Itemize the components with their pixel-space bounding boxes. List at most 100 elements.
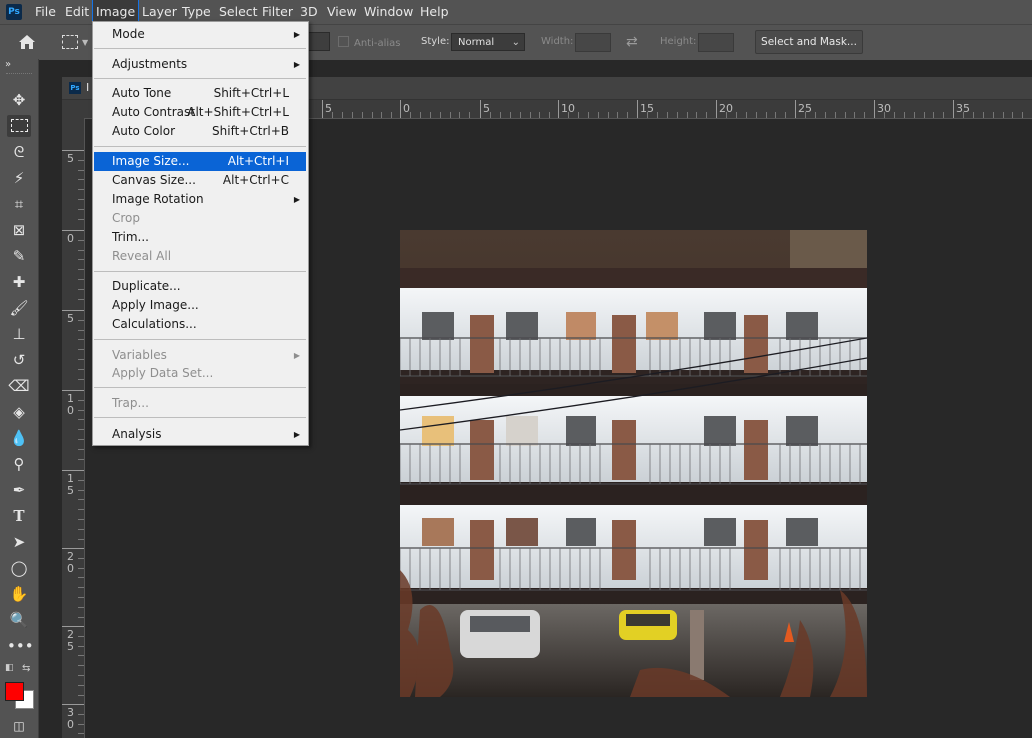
select-and-mask-button[interactable]: Select and Mask...: [755, 30, 863, 54]
canvas-image[interactable]: [400, 230, 867, 697]
paint-bucket-tool-icon[interactable]: ◈: [7, 401, 31, 423]
ruler-minor-tick: [78, 189, 84, 191]
menu-item-label: Variables: [112, 348, 167, 362]
chevron-down-icon[interactable]: ▼: [82, 38, 88, 47]
menu-item-trap[interactable]: Trap...: [94, 394, 306, 413]
ruler-minor-tick: [381, 112, 383, 118]
ruler-minor-tick: [78, 655, 84, 657]
menu-item-auto-color[interactable]: Auto Color Shift+Ctrl+B: [94, 122, 306, 141]
ruler-origin[interactable]: [62, 100, 84, 118]
feather-field[interactable]: [306, 32, 330, 51]
style-select[interactable]: Normal ⌄: [451, 33, 525, 51]
ruler-minor-tick: [78, 479, 84, 481]
menu-item-variables[interactable]: Variables ▶: [94, 346, 306, 365]
eraser-tool-icon[interactable]: ⌫: [7, 375, 31, 397]
ruler-minor-tick: [814, 112, 816, 118]
height-field[interactable]: [698, 33, 734, 52]
history-brush-tool-icon[interactable]: ↺: [7, 349, 31, 371]
ruler-minor-tick: [78, 319, 84, 321]
pen-tool-icon[interactable]: ✒: [7, 479, 31, 501]
menu-file[interactable]: File: [32, 0, 59, 24]
zoom-tool-icon[interactable]: 🔍: [7, 609, 31, 631]
ruler-minor-tick: [567, 112, 569, 118]
rectangular-marquee-preset-icon[interactable]: [62, 35, 78, 49]
menu-item-duplicate[interactable]: Duplicate...: [94, 277, 306, 296]
swap-colors-icon[interactable]: ⇆: [22, 663, 30, 674]
ruler-tick: [400, 100, 401, 118]
menu-item-adjustments[interactable]: Adjustments ▶: [94, 55, 306, 74]
dodge-tool-icon[interactable]: ⚲: [7, 453, 31, 475]
healing-brush-tool-icon[interactable]: ✚: [7, 271, 31, 293]
anti-alias-label: Anti-alias: [354, 38, 401, 49]
more-tools-icon[interactable]: •••: [7, 635, 34, 657]
ellipse-tool-icon[interactable]: ◯: [7, 557, 31, 579]
ruler-minor-tick: [587, 112, 589, 118]
menu-help[interactable]: Help: [417, 0, 452, 24]
menu-item-auto-contrast[interactable]: Auto Contrast Alt+Shift+Ctrl+L: [94, 103, 306, 122]
foreground-color-swatch[interactable]: [5, 682, 24, 701]
menu-item-analysis[interactable]: Analysis ▶: [94, 425, 306, 444]
menu-item-label: Crop: [112, 211, 141, 225]
ruler-tick: [953, 100, 954, 118]
ruler-minor-tick: [489, 112, 491, 118]
rectangular-marquee-tool-icon[interactable]: [7, 115, 31, 137]
ruler-minor-tick: [78, 259, 84, 261]
ruler-minor-tick: [78, 199, 84, 200]
path-selection-tool-icon[interactable]: ➤: [7, 531, 31, 553]
ruler-minor-tick: [735, 112, 737, 118]
magic-wand-tool-icon[interactable]: ⚡: [7, 167, 31, 189]
menu-item-apply-image[interactable]: Apply Image...: [94, 296, 306, 315]
ruler-minor-tick: [371, 112, 373, 118]
menu-item-label: Calculations...: [112, 317, 197, 331]
ruler-label: 5: [67, 484, 74, 497]
menu-item-shortcut: Shift+Ctrl+B: [212, 124, 289, 138]
menu-item-calculations[interactable]: Calculations...: [94, 315, 306, 334]
menu-item-canvas-size[interactable]: Canvas Size... Alt+Ctrl+C: [94, 171, 306, 190]
ruler-tick: [795, 100, 796, 118]
menu-item-mode[interactable]: Mode ▶: [94, 25, 306, 44]
quick-mask-icon[interactable]: ◫: [7, 715, 31, 737]
menu-item-apply-data-set[interactable]: Apply Data Set...: [94, 364, 306, 383]
width-field[interactable]: [575, 33, 611, 52]
clone-stamp-tool-icon[interactable]: ⊥: [7, 323, 31, 345]
menu-item-reveal-all[interactable]: Reveal All: [94, 247, 306, 266]
ruler-minor-tick: [78, 359, 84, 360]
ruler-minor-tick: [331, 112, 333, 118]
frame-tool-icon[interactable]: ⊠: [7, 219, 31, 241]
menu-separator: [94, 417, 306, 418]
default-colors-icon[interactable]: ◧: [5, 663, 14, 673]
menu-item-crop[interactable]: Crop: [94, 209, 306, 228]
menu-window[interactable]: Window: [361, 0, 416, 24]
menu-item-image-rotation[interactable]: Image Rotation ▶: [94, 190, 306, 209]
menu-item-label: Canvas Size...: [112, 173, 196, 187]
submenu-arrow-icon: ▶: [293, 30, 300, 39]
height-label: Height:: [660, 36, 697, 47]
anti-alias-checkbox[interactable]: Anti-alias: [338, 36, 401, 49]
ruler-minor-tick: [577, 112, 579, 118]
hand-tool-icon[interactable]: ✋: [7, 583, 31, 605]
brush-tool-icon[interactable]: 🖌: [7, 297, 31, 319]
collapse-panel-icon[interactable]: »: [5, 59, 11, 70]
move-tool-icon[interactable]: ✥: [7, 89, 31, 111]
eyedropper-tool-icon[interactable]: ✎: [7, 245, 31, 267]
menu-edit[interactable]: Edit: [62, 0, 92, 24]
swap-width-height-icon[interactable]: ⇄: [626, 34, 638, 50]
menu-item-trim[interactable]: Trim...: [94, 228, 306, 247]
menu-item-image-size[interactable]: Image Size... Alt+Ctrl+I: [94, 152, 306, 171]
vertical-ruler[interactable]: 5051015202530: [62, 118, 85, 738]
ruler-minor-tick: [539, 112, 541, 118]
lasso-tool-icon[interactable]: ᘓ: [7, 141, 31, 163]
home-icon[interactable]: [18, 34, 36, 50]
ruler-minor-tick: [78, 329, 84, 331]
ruler-minor-tick: [765, 112, 767, 118]
type-tool-icon[interactable]: T: [7, 505, 31, 527]
ruler-tick: [62, 548, 84, 549]
menu-view[interactable]: View: [324, 0, 360, 24]
panel-grip[interactable]: [6, 73, 32, 77]
ruler-minor-tick: [854, 112, 856, 118]
menu-item-auto-tone[interactable]: Auto Tone Shift+Ctrl+L: [94, 84, 306, 103]
crop-tool-icon[interactable]: ⌗: [7, 193, 31, 215]
ruler-minor-tick: [459, 112, 461, 118]
ruler-minor-tick: [78, 439, 84, 440]
blur-tool-icon[interactable]: 💧: [7, 427, 31, 449]
